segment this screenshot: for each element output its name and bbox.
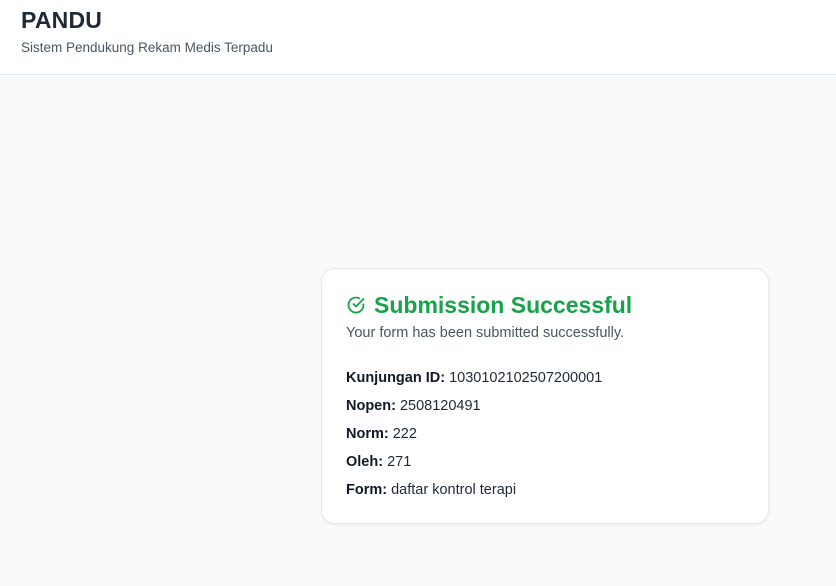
detail-label: Form:: [346, 482, 392, 498]
detail-norm: Norm: 222: [346, 424, 602, 452]
detail-value: daftar kontrol terapi: [391, 482, 517, 498]
detail-value: 222: [392, 426, 417, 442]
app-title: PANDU: [21, 7, 103, 33]
detail-value: 1030102102507200001: [449, 370, 603, 386]
detail-value: 2508120491: [399, 398, 481, 414]
success-card: Submission Successful Your form has been…: [321, 268, 769, 524]
success-title-row: Submission Successful: [346, 291, 632, 319]
detail-form: Form: daftar kontrol terapi: [346, 480, 602, 508]
check-circle-icon: [346, 295, 366, 315]
detail-label: Nopen:: [346, 398, 400, 414]
detail-oleh: Oleh: 271: [346, 452, 602, 480]
detail-value: 271: [387, 454, 412, 470]
submission-details: Kunjungan ID: 1030102102507200001 Nopen:…: [346, 368, 602, 508]
app-subtitle: Sistem Pendukung Rekam Medis Terpadu: [21, 40, 273, 55]
detail-label: Kunjungan ID:: [346, 370, 450, 386]
success-message: Your form has been submitted successfull…: [346, 325, 625, 341]
detail-nopen: Nopen: 2508120491: [346, 396, 602, 424]
detail-label: Oleh:: [346, 454, 388, 470]
detail-label: Norm:: [346, 426, 393, 442]
detail-kunjungan-id: Kunjungan ID: 1030102102507200001: [346, 368, 602, 396]
success-title: Submission Successful: [374, 291, 633, 318]
app-header: PANDU Sistem Pendukung Rekam Medis Terpa…: [0, 0, 836, 75]
